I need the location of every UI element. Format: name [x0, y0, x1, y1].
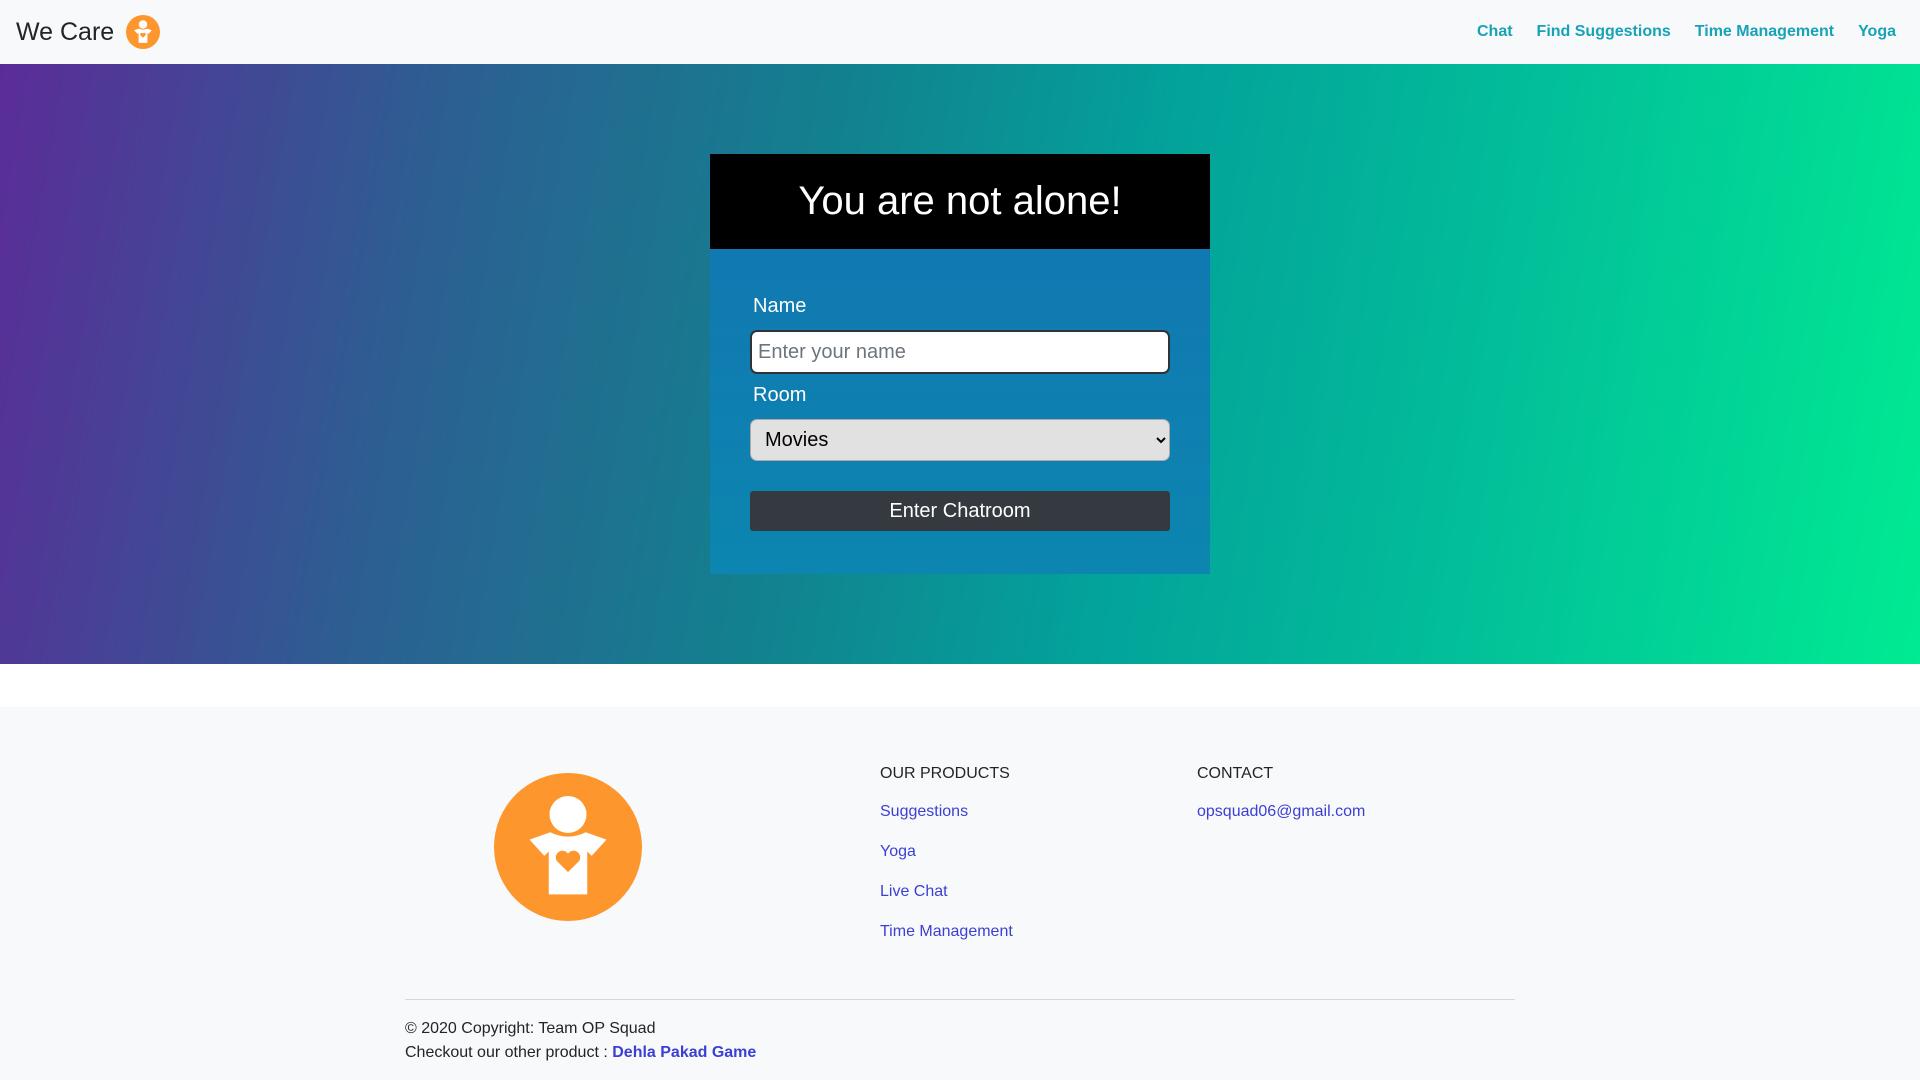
- brand-link[interactable]: We Care: [16, 15, 161, 49]
- contact-column: CONTACT opsquad06@gmail.com: [1197, 765, 1365, 843]
- nav-link-yoga[interactable]: Yoga: [1858, 23, 1896, 41]
- join-form: Name Room Movies Enter Chatroom: [710, 295, 1210, 531]
- name-input[interactable]: [750, 330, 1170, 374]
- name-label: Name: [753, 295, 807, 317]
- room-label: Room: [753, 384, 807, 406]
- nav-link-time-management[interactable]: Time Management: [1695, 23, 1834, 41]
- other-product-prefix: Checkout our other product :: [405, 1044, 613, 1061]
- room-select[interactable]: Movies: [750, 419, 1170, 461]
- enter-chatroom-button[interactable]: Enter Chatroom: [750, 491, 1170, 531]
- nav-links: Chat Find Suggestions Time Management Yo…: [1477, 23, 1904, 41]
- list-item: Suggestions: [880, 803, 1013, 821]
- card-header: You are not alone!: [710, 154, 1210, 249]
- list-item: opsquad06@gmail.com: [1197, 803, 1365, 821]
- card-title: You are not alone!: [798, 179, 1122, 223]
- products-heading: OUR PRODUCTS: [880, 765, 1010, 782]
- dehla-pakad-game-link[interactable]: Dehla Pakad Game: [612, 1044, 756, 1061]
- nav-link-find-suggestions[interactable]: Find Suggestions: [1537, 23, 1671, 41]
- navbar: We Care Chat Find Suggestions Time Manag…: [0, 0, 1920, 64]
- contact-list: opsquad06@gmail.com: [1197, 803, 1365, 821]
- products-list: Suggestions Yoga Live Chat Time Manageme…: [880, 803, 1013, 941]
- list-item: Time Management: [880, 923, 1013, 941]
- footer-link-time-management[interactable]: Time Management: [880, 923, 1013, 940]
- contact-heading: CONTACT: [1197, 765, 1274, 782]
- hero-section: You are not alone! Name Room Movies Ente…: [0, 64, 1920, 664]
- footer: OUR PRODUCTS Suggestions Yoga Live Chat …: [0, 707, 1920, 1080]
- footer-divider: [405, 999, 1515, 1000]
- footer-link-yoga[interactable]: Yoga: [880, 843, 916, 860]
- join-chat-card: You are not alone! Name Room Movies Ente…: [710, 154, 1210, 574]
- list-item: Yoga: [880, 843, 1013, 861]
- products-column: OUR PRODUCTS Suggestions Yoga Live Chat …: [880, 765, 1013, 963]
- list-item: Live Chat: [880, 883, 1013, 901]
- other-product-line: Checkout our other product : Dehla Pakad…: [405, 1041, 756, 1065]
- we-care-footer-logo-icon: [494, 773, 642, 921]
- copyright-text: © 2020 Copyright: Team OP Squad: [405, 1020, 656, 1037]
- copyright-block: © 2020 Copyright: Team OP Squad Checkout…: [405, 1017, 756, 1065]
- footer-link-suggestions[interactable]: Suggestions: [880, 803, 968, 820]
- contact-email-link[interactable]: opsquad06@gmail.com: [1197, 803, 1365, 820]
- nav-link-chat[interactable]: Chat: [1477, 23, 1513, 41]
- we-care-logo-icon: [126, 15, 161, 49]
- brand-name: We Care: [16, 17, 115, 46]
- footer-link-live-chat[interactable]: Live Chat: [880, 883, 948, 900]
